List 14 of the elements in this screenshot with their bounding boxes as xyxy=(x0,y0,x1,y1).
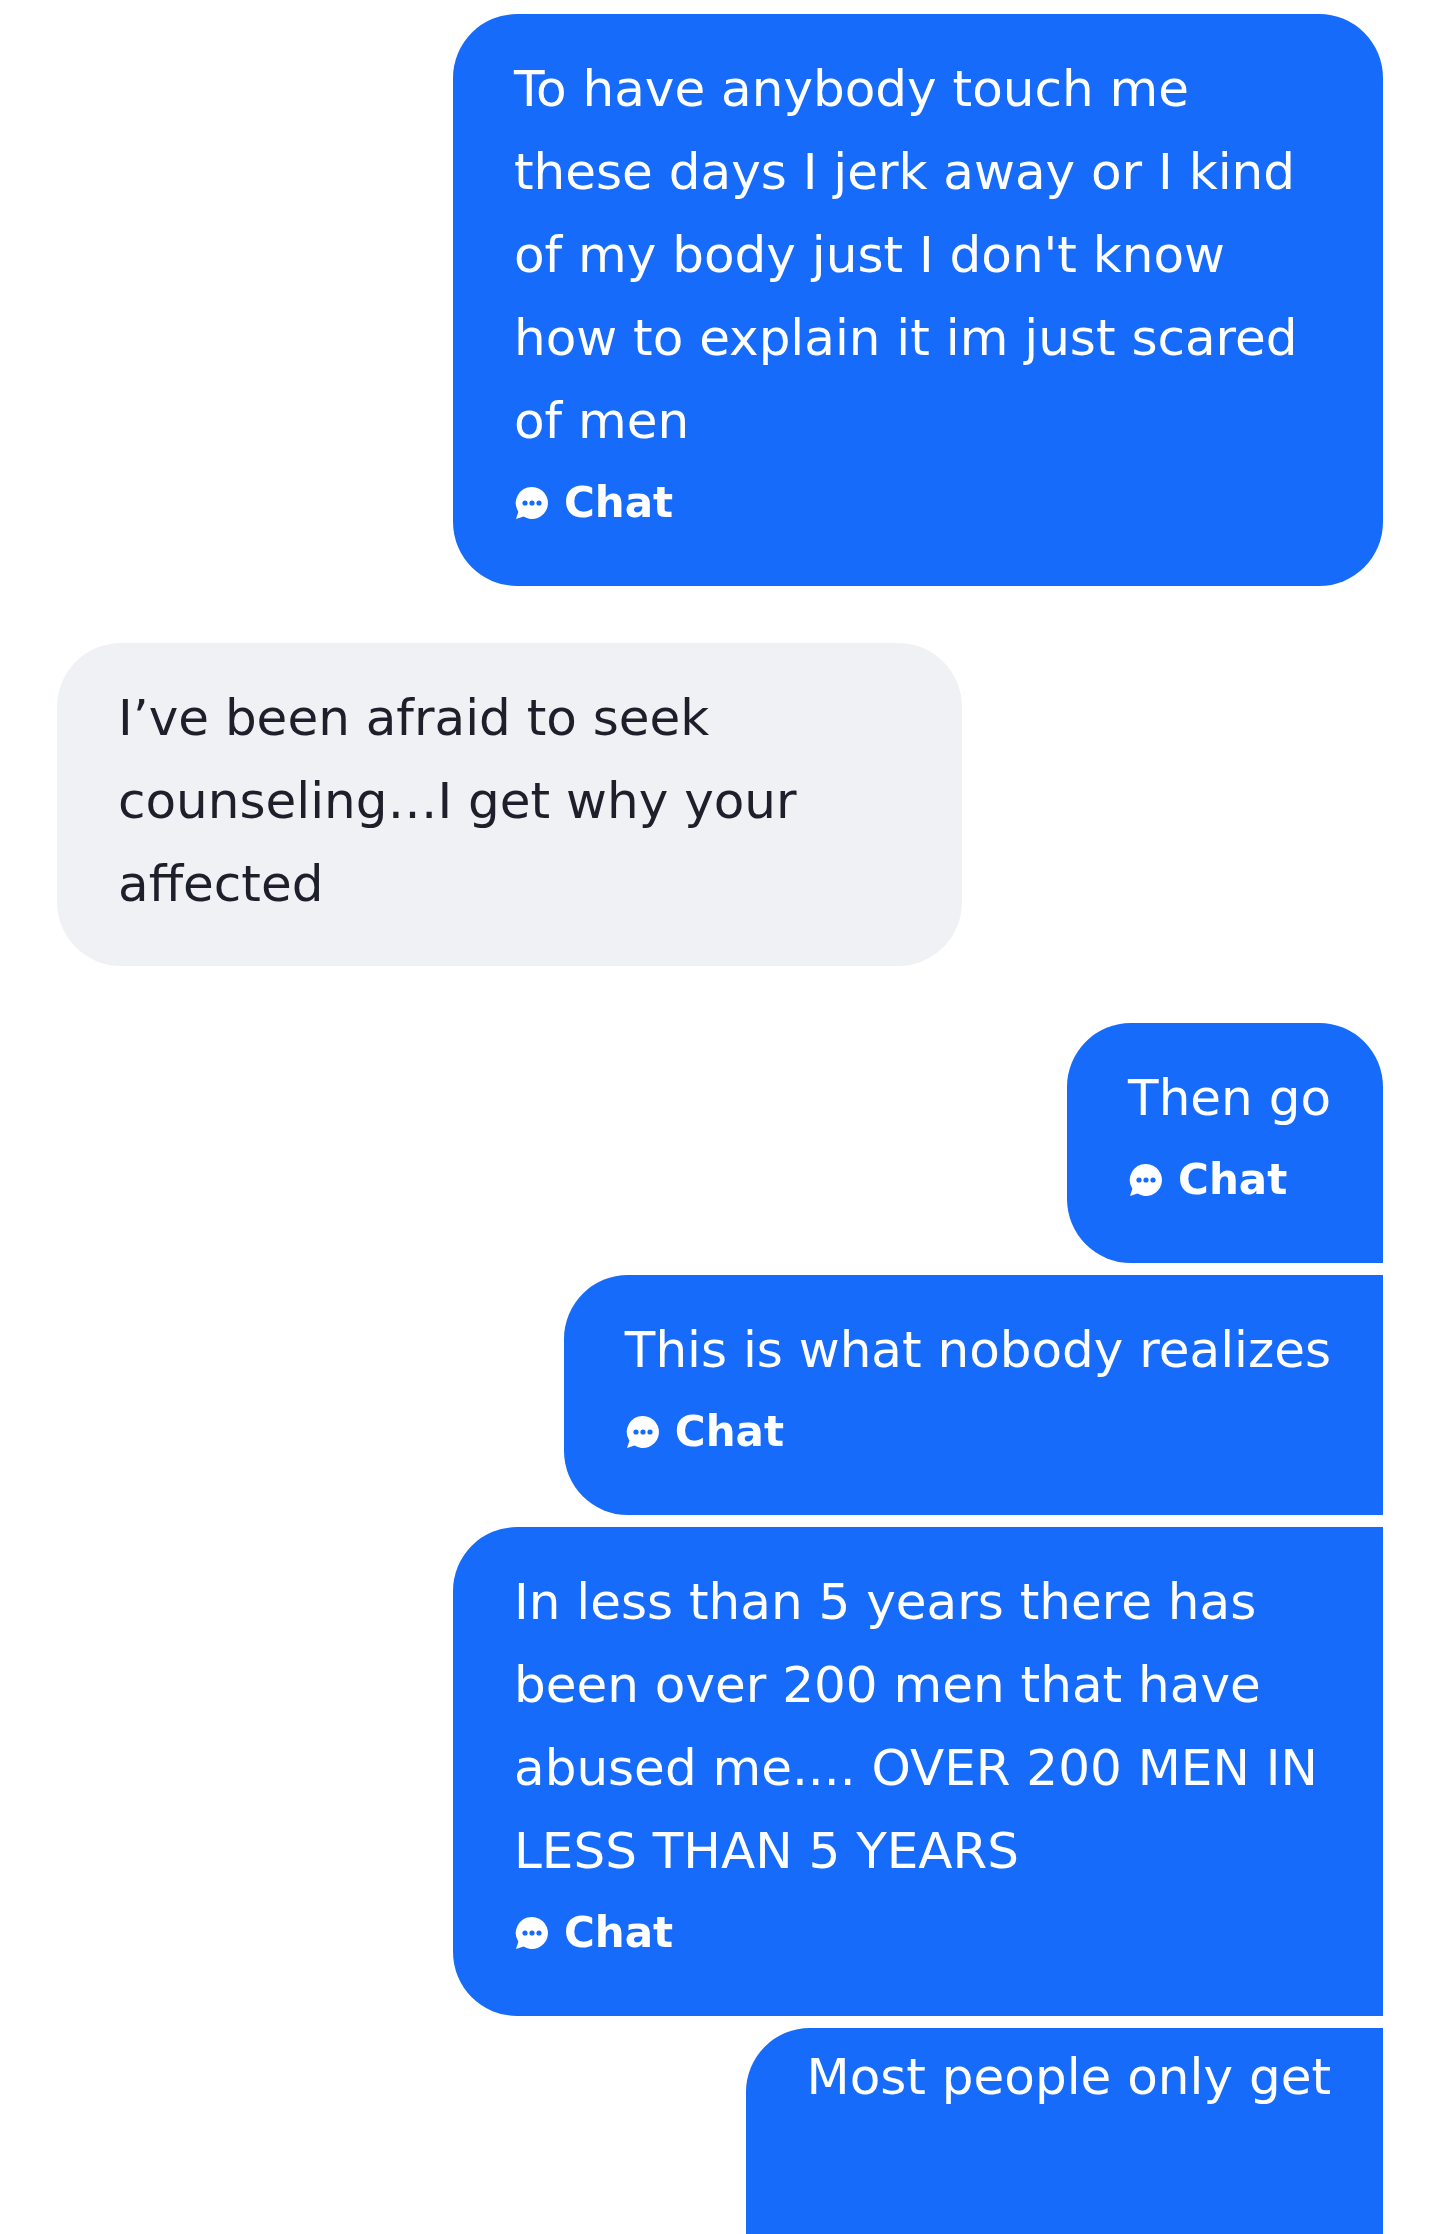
message-text: I’ve been afraid to seek counseling…I get why your affected xyxy=(118,688,798,915)
message-text: This is what nobody realizes xyxy=(624,1320,1331,1381)
chat-bubble-icon xyxy=(514,485,550,521)
channel-label: Chat xyxy=(1178,1159,1288,1201)
channel-label: Chat xyxy=(674,1411,784,1453)
channel-label: Chat xyxy=(564,482,674,524)
message-text: Most people only get xyxy=(806,2047,1331,2108)
chat-bubble-icon xyxy=(1128,1162,1165,1198)
message-text: Then go xyxy=(1128,1068,1331,1129)
chat-bubble-icon xyxy=(624,1414,661,1450)
chat-bubble-icon xyxy=(514,1915,550,1951)
message-text: To have anybody touch me these days I jerk away or I kind of my body just I don't know how to explain it im just scared of men xyxy=(514,59,1299,452)
channel-label: Chat xyxy=(564,1912,674,1954)
message-text: In less than 5 years there has been over 200 men that have abused me.... OVER 200 MEN IN LESS THAN 5 YEARS xyxy=(514,1572,1319,1882)
